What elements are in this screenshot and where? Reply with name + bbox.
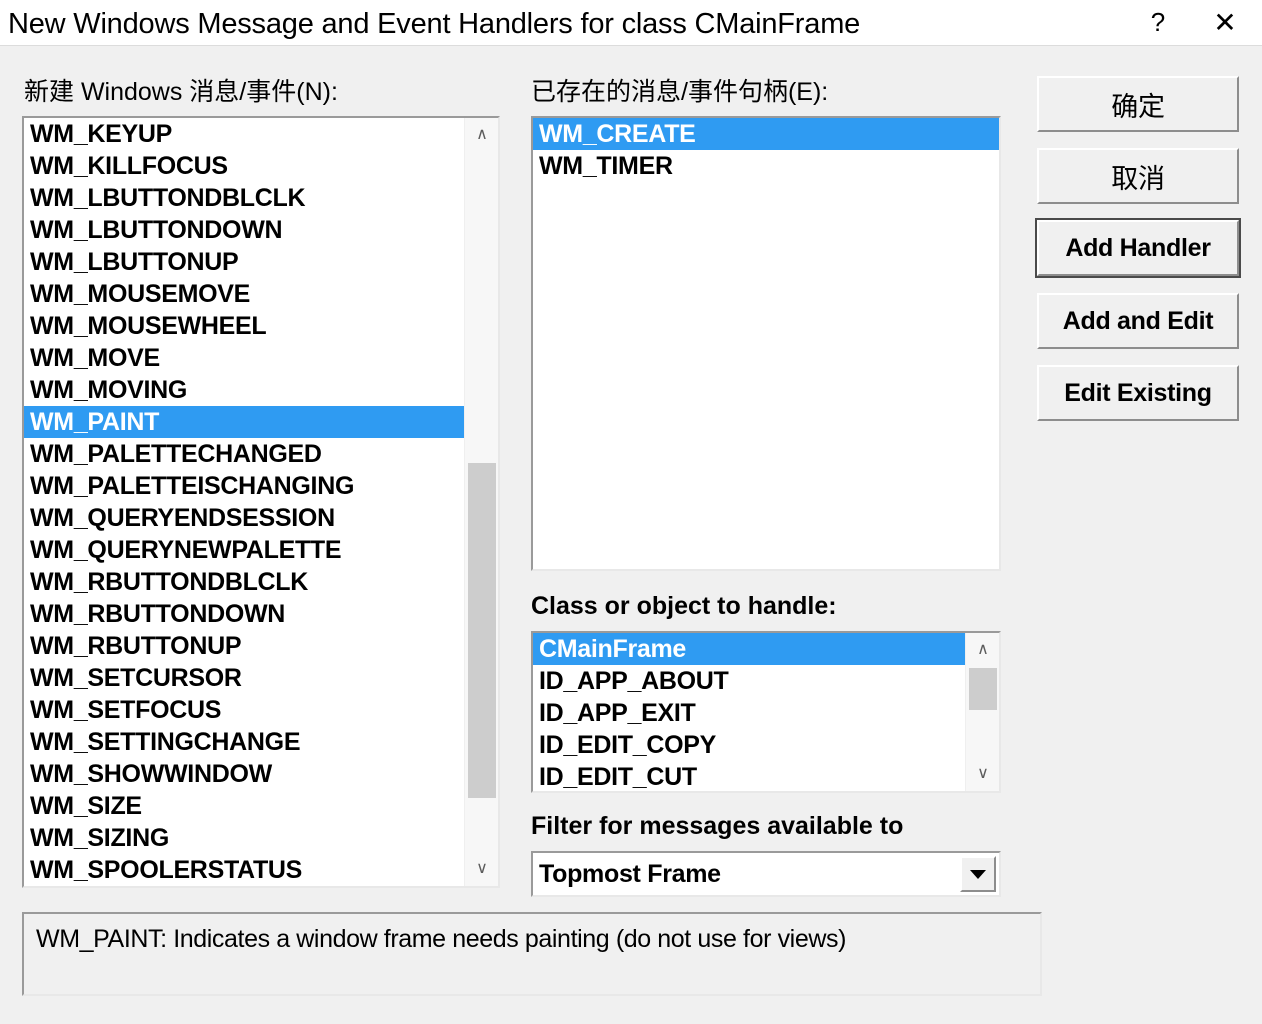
- list-item[interactable]: WM_MOVE: [24, 342, 464, 374]
- list-item[interactable]: WM_SETCURSOR: [24, 662, 464, 694]
- scroll-up-arrow-icon[interactable]: ∧: [465, 118, 498, 152]
- list-item[interactable]: CMainFrame: [533, 633, 965, 665]
- list-item[interactable]: WM_RBUTTONDOWN: [24, 598, 464, 630]
- list-item[interactable]: WM_RBUTTONUP: [24, 630, 464, 662]
- description-text: WM_PAINT: Indicates a window frame needs…: [36, 925, 847, 953]
- list-item[interactable]: WM_SHOWWINDOW: [24, 758, 464, 790]
- dialog-window: New Windows Message and Event Handlers f…: [0, 0, 1262, 1024]
- existing-handlers-label: 已存在的消息/事件句柄(E):: [531, 78, 829, 106]
- list-item[interactable]: WM_SETFOCUS: [24, 694, 464, 726]
- list-item[interactable]: ID_EDIT_COPY: [533, 729, 965, 761]
- class-or-object-scrollbar[interactable]: ∧ ∨: [965, 633, 999, 791]
- list-item[interactable]: WM_MOVING: [24, 374, 464, 406]
- class-or-object-listbox[interactable]: CMainFrame ID_APP_ABOUT ID_APP_EXIT ID_EDIT…: [531, 631, 1001, 793]
- list-item[interactable]: ID_APP_ABOUT: [533, 665, 965, 697]
- list-item[interactable]: WM_CREATE: [533, 118, 999, 150]
- list-item[interactable]: WM_QUERYENDSESSION: [24, 502, 464, 534]
- list-item[interactable]: WM_PALETTECHANGED: [24, 438, 464, 470]
- class-or-object-items[interactable]: CMainFrame ID_APP_ABOUT ID_APP_EXIT ID_EDIT…: [533, 633, 965, 791]
- close-button[interactable]: ✕: [1196, 0, 1254, 45]
- filter-dropdown-button[interactable]: [960, 856, 996, 892]
- scroll-thumb[interactable]: [969, 668, 997, 710]
- list-item[interactable]: WM_RBUTTONDBLCLK: [24, 566, 464, 598]
- list-item[interactable]: WM_MOUSEWHEEL: [24, 310, 464, 342]
- list-item[interactable]: ID_APP_EXIT: [533, 697, 965, 729]
- list-item[interactable]: WM_SETTINGCHANGE: [24, 726, 464, 758]
- new-messages-items[interactable]: WM_KEYUP WM_KILLFOCUS WM_LBUTTONDBLCLK WM_L…: [24, 118, 464, 886]
- list-item[interactable]: WM_KEYUP: [24, 118, 464, 150]
- scroll-up-arrow-icon[interactable]: ∧: [966, 633, 999, 667]
- list-item[interactable]: WM_SIZING: [24, 822, 464, 854]
- description-panel: WM_PAINT: Indicates a window frame needs…: [22, 912, 1042, 996]
- new-messages-scrollbar[interactable]: ∧ ∨: [464, 118, 498, 886]
- help-button[interactable]: ?: [1129, 0, 1187, 45]
- existing-handlers-items[interactable]: WM_CREATE WM_TIMER: [533, 118, 999, 569]
- scroll-down-arrow-icon[interactable]: ∨: [465, 852, 498, 886]
- add-handler-button[interactable]: Add Handler: [1035, 218, 1241, 278]
- class-or-object-label: Class or object to handle:: [531, 592, 837, 620]
- filter-combobox[interactable]: Topmost Frame: [531, 851, 1001, 897]
- list-item[interactable]: WM_LBUTTONUP: [24, 246, 464, 278]
- edit-existing-button[interactable]: Edit Existing: [1037, 365, 1239, 421]
- list-item[interactable]: WM_PALETTEISCHANGING: [24, 470, 464, 502]
- list-item[interactable]: WM_SIZE: [24, 790, 464, 822]
- list-item[interactable]: ID_EDIT_CUT: [533, 761, 965, 791]
- new-messages-listbox[interactable]: WM_KEYUP WM_KILLFOCUS WM_LBUTTONDBLCLK WM_L…: [22, 116, 500, 888]
- list-item[interactable]: WM_LBUTTONDOWN: [24, 214, 464, 246]
- new-messages-label: 新建 Windows 消息/事件(N):: [24, 78, 338, 106]
- list-item[interactable]: WM_LBUTTONDBLCLK: [24, 182, 464, 214]
- existing-handlers-listbox[interactable]: WM_CREATE WM_TIMER: [531, 116, 1001, 571]
- list-item[interactable]: WM_PAINT: [24, 406, 464, 438]
- list-item[interactable]: WM_SPOOLERSTATUS: [24, 854, 464, 886]
- ok-button[interactable]: 确定: [1037, 76, 1239, 132]
- list-item[interactable]: WM_KILLFOCUS: [24, 150, 464, 182]
- scroll-thumb[interactable]: [468, 463, 496, 798]
- title-bar: New Windows Message and Event Handlers f…: [0, 0, 1262, 46]
- cancel-button[interactable]: 取消: [1037, 148, 1239, 204]
- filter-label: Filter for messages available to: [531, 812, 904, 840]
- window-title: New Windows Message and Event Handlers f…: [8, 8, 861, 40]
- filter-selected-value: Topmost Frame: [539, 859, 721, 888]
- add-and-edit-button[interactable]: Add and Edit: [1037, 293, 1239, 349]
- list-item[interactable]: WM_MOUSEMOVE: [24, 278, 464, 310]
- chevron-down-icon: [970, 869, 986, 879]
- list-item[interactable]: WM_QUERYNEWPALETTE: [24, 534, 464, 566]
- scroll-down-arrow-icon[interactable]: ∨: [966, 757, 999, 791]
- list-item[interactable]: WM_TIMER: [533, 150, 999, 182]
